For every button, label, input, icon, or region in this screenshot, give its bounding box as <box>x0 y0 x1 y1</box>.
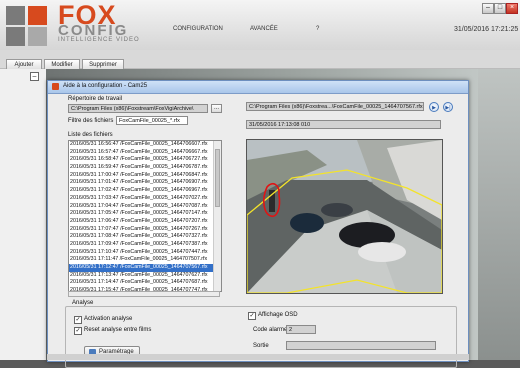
file-list-item[interactable]: 2016/05/31 17:14:47 /FoxCamFile_00025_14… <box>69 279 221 287</box>
file-list-item[interactable]: 2016/05/31 17:00:47 /FoxCamFile_00025_14… <box>69 172 221 180</box>
reset-checkbox[interactable]: ✓ <box>74 327 82 335</box>
file-list-item[interactable]: 2016/05/31 17:02:47 /FoxCamFile_00025_14… <box>69 187 221 195</box>
menu-advanced[interactable]: AVANCÉE <box>250 26 278 32</box>
logo-square-icon <box>6 27 25 46</box>
file-list-item[interactable]: 2016/05/31 17:05:47 /FoxCamFile_00025_14… <box>69 210 221 218</box>
activation-checkbox[interactable]: ✓ <box>74 316 82 324</box>
minimize-button[interactable]: – <box>482 3 494 14</box>
file-list-item[interactable]: 2016/05/31 17:09:47 /FoxCamFile_00025_14… <box>69 241 221 249</box>
file-list-item[interactable]: 2016/05/31 16:57:47 /FoxCamFile_00025_14… <box>69 149 221 157</box>
output-label: Sortie <box>253 343 269 349</box>
alarm-code-field[interactable]: 2 <box>286 325 316 334</box>
current-file-field: C:\Program Files (x86)\Foxstrea...\FoxCa… <box>246 102 424 111</box>
list-scrollbar[interactable] <box>213 141 221 291</box>
workdir-field[interactable]: C:\Program Files (x86)\Foxstream\FoxVigi… <box>68 104 208 113</box>
analysis-group-label: Analyse <box>70 300 96 306</box>
dialog-titlebar: Aide à la configuration - Cam25 <box>48 81 468 94</box>
status-bar <box>47 354 469 360</box>
list-horizontal-scrollbar[interactable] <box>68 291 220 297</box>
logo-tagline: INTELLIGENCE VIDEO <box>58 37 140 43</box>
video-preview[interactable] <box>246 139 443 294</box>
play-button[interactable]: ▶ <box>429 102 439 112</box>
menu-help[interactable]: ? <box>316 26 319 32</box>
file-list-item[interactable]: 2016/05/31 17:04:47 /FoxCamFile_00025_14… <box>69 203 221 211</box>
file-list-item[interactable]: 2016/05/31 17:01:47 /FoxCamFile_00025_14… <box>69 179 221 187</box>
menu-configuration[interactable]: CONFIGURATION <box>173 26 223 32</box>
workdir-label: Répertoire de travail <box>68 96 123 102</box>
file-list-item[interactable]: 2016/05/31 17:12:47 /FoxCamFile_00025_14… <box>69 264 221 272</box>
background-camera-edge <box>478 69 520 360</box>
osd-checkbox[interactable]: ✓ <box>248 312 256 320</box>
file-list-item[interactable]: 2016/05/31 17:07:47 /FoxCamFile_00025_14… <box>69 226 221 234</box>
dialog-title: Aide à la configuration - Cam25 <box>63 83 148 89</box>
file-list-item[interactable]: 2016/05/31 17:03:47 /FoxCamFile_00025_14… <box>69 195 221 203</box>
maximize-button[interactable]: □ <box>494 3 506 14</box>
file-list-item[interactable]: 2016/05/31 17:11:47 /FoxCamFile_00025_14… <box>69 256 221 264</box>
file-list-item[interactable]: 2016/05/31 17:10:47 /FoxCamFile_00025_14… <box>69 249 221 257</box>
config-assistant-dialog: Aide à la configuration - Cam25 Répertoi… <box>47 80 469 368</box>
next-button[interactable]: ▶| <box>443 102 453 112</box>
logo-subtext: CONFIG <box>58 22 129 39</box>
camera-frame <box>247 140 442 293</box>
filter-label: Filtre des fichiers <box>68 118 114 124</box>
alarm-code-label: Code alarme <box>253 327 288 333</box>
file-list-label: Liste des fichiers <box>68 132 113 138</box>
logo-square-icon <box>28 27 47 46</box>
logo-square-icon <box>28 6 47 25</box>
activation-label: Activation analyse <box>84 316 133 322</box>
reset-label: Reset analyse entre films <box>84 327 152 333</box>
file-list-item[interactable]: 2016/05/31 16:56:47 /FoxCamFile_00025_14… <box>69 141 221 149</box>
osd-label: Affichage OSD <box>258 312 298 318</box>
file-list-item[interactable]: 2016/05/31 16:58:47 /FoxCamFile_00025_14… <box>69 156 221 164</box>
browse-button[interactable]: ... <box>211 104 222 113</box>
app-header: FOX CONFIG INTELLIGENCE VIDEO CONFIGURAT… <box>0 0 520 50</box>
skip-forward-icon: ▶| <box>445 105 451 111</box>
file-list-item[interactable]: 2016/05/31 16:59:47 /FoxCamFile_00025_14… <box>69 164 221 172</box>
output-field[interactable] <box>286 341 436 350</box>
logo-square-icon <box>6 6 25 25</box>
camera-tree <box>0 69 46 360</box>
timestamp-field: 31/05/2016 17:13:08 010 <box>246 120 441 129</box>
scrollbar-thumb[interactable] <box>215 149 220 207</box>
close-button[interactable]: × <box>506 3 518 14</box>
file-list[interactable]: 2016/05/31 16:56:47 /FoxCamFile_00025_14… <box>68 140 222 292</box>
app-icon <box>52 83 59 90</box>
tree-collapse-icon[interactable]: – <box>30 72 39 81</box>
clock: 31/05/2016 17:21:25 <box>454 26 519 33</box>
file-list-item[interactable]: 2016/05/31 17:13:47 /FoxCamFile_00025_14… <box>69 272 221 280</box>
file-list-item[interactable]: 2016/05/31 17:06:47 /FoxCamFile_00025_14… <box>69 218 221 226</box>
logo <box>4 4 54 46</box>
file-list-item[interactable]: 2016/05/31 17:08:47 /FoxCamFile_00025_14… <box>69 233 221 241</box>
play-icon: ▶ <box>432 105 436 111</box>
filter-field[interactable]: FoxCamFile_00025_*.rfx <box>116 116 188 125</box>
